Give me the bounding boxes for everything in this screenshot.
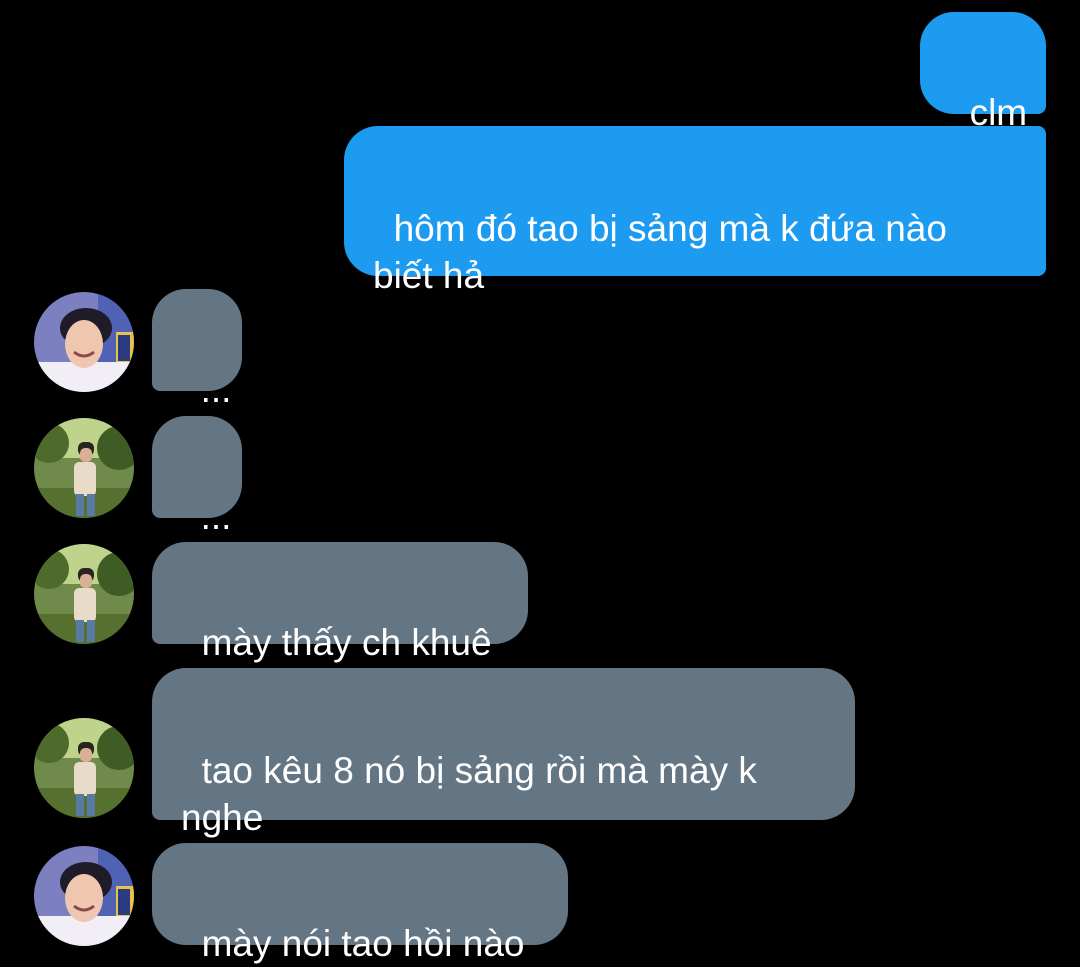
incoming-message-bubble[interactable]: ... [152, 416, 242, 537]
avatar[interactable] [34, 418, 134, 518]
avatar[interactable] [34, 544, 134, 644]
avatar-outdoor-icon [34, 544, 134, 644]
incoming-message-bubble[interactable]: mày thấy ch khuê [152, 542, 528, 663]
incoming-message-bubble[interactable]: tao kêu 8 nó bị sảng rồi mà mày k nghe [152, 668, 855, 838]
avatar-portrait-icon [34, 846, 134, 946]
message-text: ... [200, 369, 232, 410]
avatar[interactable] [34, 846, 134, 946]
avatar[interactable] [34, 718, 134, 818]
message-text: hôm đó tao bị sảng mà k đứa nào biết hả [373, 208, 958, 296]
message-text: mày nói tao hồi nào [201, 923, 525, 964]
avatar-outdoor-icon [34, 418, 134, 518]
incoming-message-bubble[interactable]: mày nói tao hồi nào [152, 843, 568, 964]
avatar[interactable] [34, 292, 134, 392]
incoming-message-bubble[interactable]: ... [152, 289, 242, 410]
message-text: tao kêu 8 nó bị sảng rồi mà mày k nghe [181, 750, 768, 838]
avatar-outdoor-icon [34, 718, 134, 818]
message-text: mày thấy ch khuê [201, 622, 492, 663]
outgoing-message-bubble[interactable]: clm [920, 12, 1046, 133]
outgoing-message-bubble[interactable]: hôm đó tao bị sảng mà k đứa nào biết hả [344, 126, 1046, 296]
message-text: ... [200, 496, 232, 537]
avatar-portrait-icon [34, 292, 134, 392]
